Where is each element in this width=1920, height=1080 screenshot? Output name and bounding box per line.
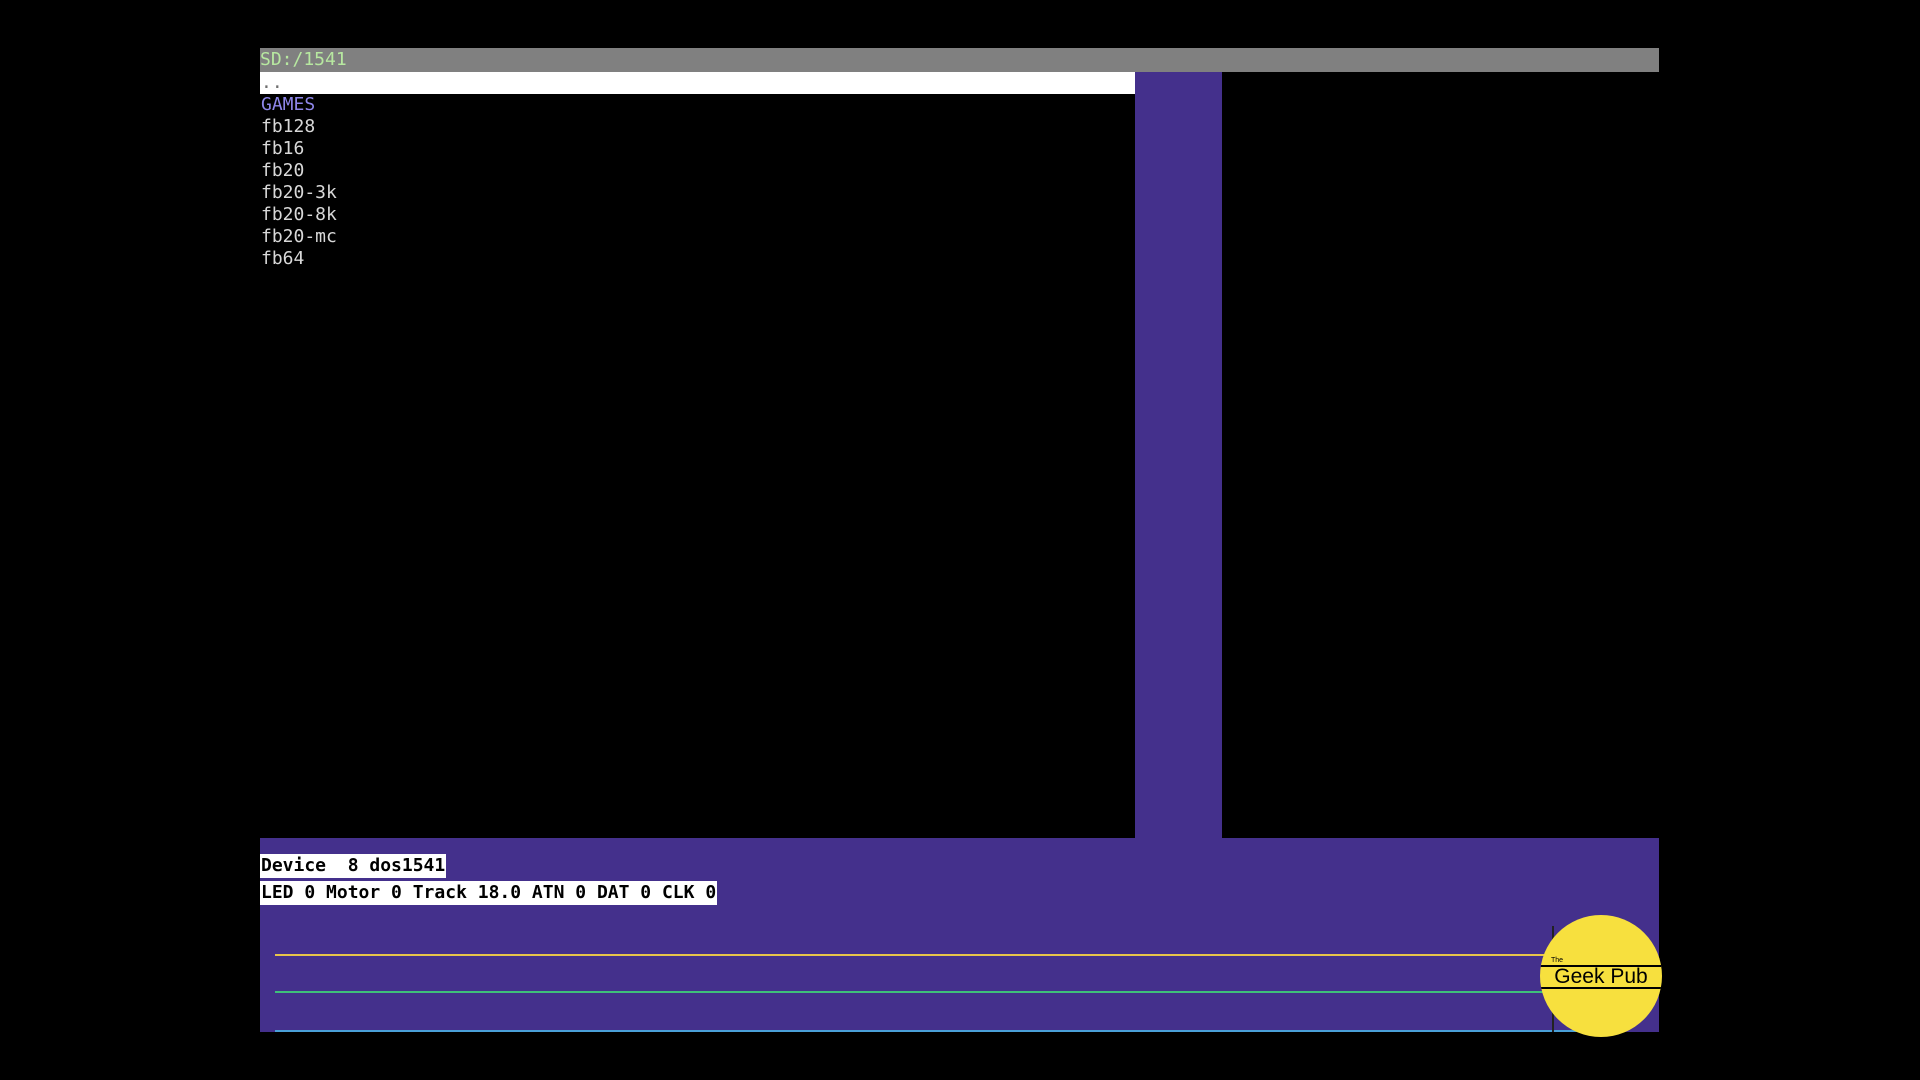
dat-signal-trace: [275, 991, 1615, 993]
path-bar: SD:/1541: [260, 48, 1659, 72]
device-status: Device 8 dos1541: [260, 854, 447, 878]
iec-bus-status: LED 0 Motor 0 Track 18.0 ATN 0 DAT 0 CLK…: [260, 881, 718, 905]
file-list[interactable]: .. GAMES fb128 fb16 fb20 fb20-3k fb20-8k…: [260, 72, 1135, 270]
clk-signal-trace: [275, 1030, 1615, 1032]
atn-signal-trace: [275, 954, 1615, 956]
logo-text: Geek Pub: [1554, 965, 1648, 988]
file-entry[interactable]: fb64: [260, 248, 1135, 270]
geek-pub-logo: The Geek Pub: [1540, 915, 1662, 1037]
logo-small-text: The: [1551, 957, 1564, 964]
file-entry[interactable]: fb20-8k: [260, 204, 1135, 226]
file-entry[interactable]: ..: [260, 72, 1135, 94]
file-entry[interactable]: fb128: [260, 116, 1135, 138]
status-panel: Device 8 dos1541 LED 0 Motor 0 Track 18.…: [260, 838, 1659, 1032]
file-entry[interactable]: fb20: [260, 160, 1135, 182]
current-path: SD:/1541: [260, 49, 347, 70]
file-entry[interactable]: fb16: [260, 138, 1135, 160]
file-entry[interactable]: GAMES: [260, 94, 1135, 116]
file-entry[interactable]: fb20-3k: [260, 182, 1135, 204]
pi1541-screen: SD:/1541 .. GAMES fb128 fb16 fb20 fb20-3…: [0, 0, 1920, 1080]
divider-bar: [1135, 72, 1222, 838]
file-entry[interactable]: fb20-mc: [260, 226, 1135, 248]
